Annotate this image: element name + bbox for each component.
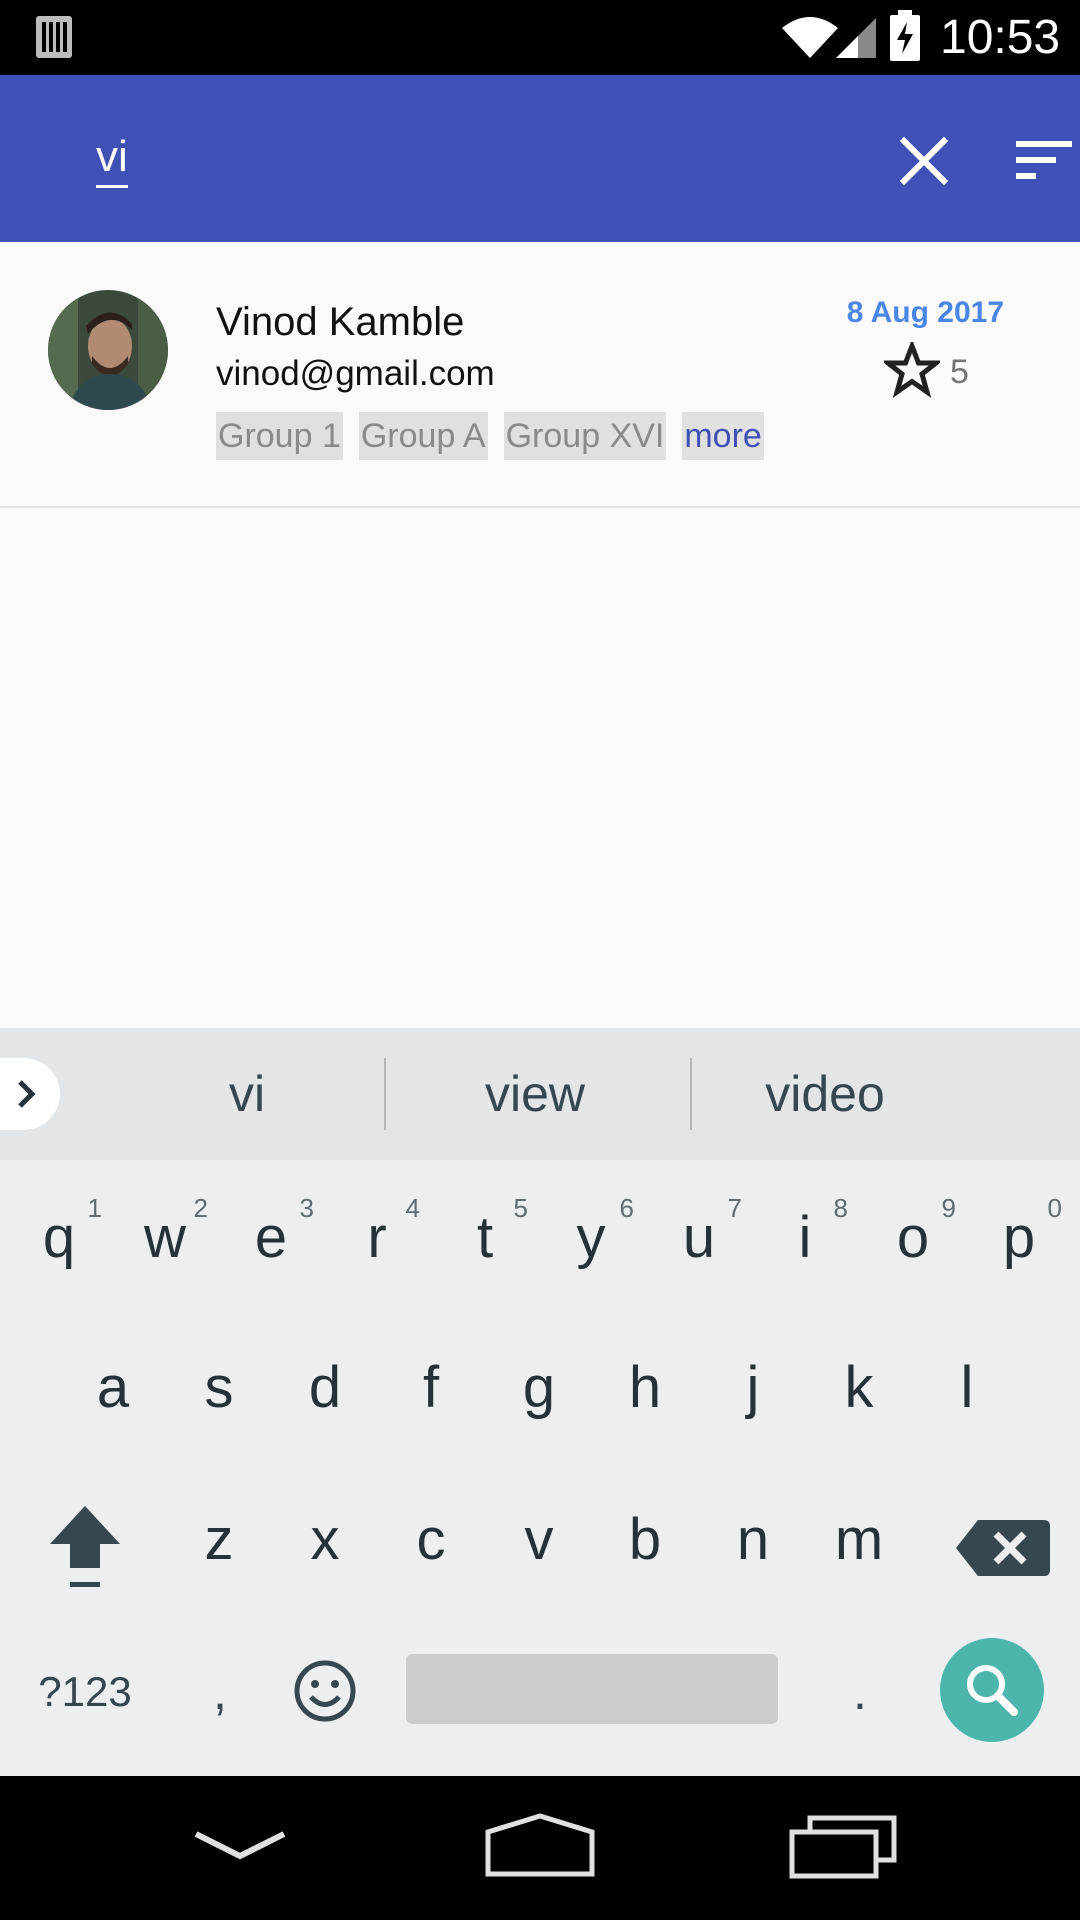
avatar[interactable] — [48, 290, 168, 410]
symbols-key[interactable]: ?123 — [20, 1632, 150, 1752]
key-hint: 8 — [833, 1193, 848, 1223]
key-hint: 6 — [619, 1193, 634, 1223]
key-j[interactable]: j — [700, 1328, 806, 1448]
key-v[interactable]: v — [486, 1480, 592, 1600]
key-s[interactable]: s — [166, 1328, 272, 1448]
key-u[interactable]: u7 — [646, 1178, 752, 1298]
key-b[interactable]: b — [592, 1480, 698, 1600]
key-c[interactable]: c — [378, 1480, 484, 1600]
key-hint: 9 — [941, 1193, 956, 1223]
avatar-photo — [48, 290, 168, 410]
key-hint: 0 — [1047, 1193, 1062, 1223]
key-x[interactable]: x — [272, 1480, 378, 1600]
key-l[interactable]: l — [914, 1328, 1020, 1448]
key-hint: 1 — [87, 1193, 102, 1223]
suggestion-divider — [384, 1058, 386, 1130]
search-results: Vinod Kamble vinod@gmail.com Group 1 Gro… — [0, 242, 1080, 1028]
group-chip: Group XVI — [503, 412, 667, 460]
signal-icon — [836, 18, 876, 58]
key-label: p — [1002, 1205, 1036, 1270]
recents-icon[interactable] — [786, 1810, 900, 1880]
key-hint: 2 — [193, 1193, 208, 1223]
key-label: i — [798, 1205, 812, 1270]
key-hint: 3 — [299, 1193, 314, 1223]
key-z[interactable]: z — [166, 1480, 272, 1600]
search-icon — [967, 1665, 1018, 1716]
key-label: r — [367, 1205, 387, 1270]
key-m[interactable]: m — [806, 1480, 912, 1600]
sort-icon[interactable] — [1012, 135, 1072, 185]
key-g[interactable]: g — [486, 1328, 592, 1448]
status-bar: 10:53 — [0, 0, 1080, 75]
back-down-icon[interactable] — [190, 1822, 290, 1872]
key-e[interactable]: e3 — [218, 1178, 324, 1298]
search-input[interactable]: vi — [96, 131, 128, 188]
comma-key[interactable]: , — [180, 1632, 260, 1752]
key-label: e — [254, 1205, 288, 1270]
key-a[interactable]: a — [60, 1328, 166, 1448]
contact-name: Vinod Kamble — [216, 300, 465, 344]
soft-keyboard: vi view video q1 w2 e3 r4 t5 y6 u7 i8 o9… — [0, 1028, 1080, 1776]
key-label: q — [42, 1205, 76, 1270]
key-label: o — [896, 1205, 930, 1270]
key-label: w — [144, 1205, 186, 1270]
contact-groups: Group 1 Group A Group XVI more — [216, 412, 764, 460]
suggestion-strip: vi view video — [0, 1028, 1080, 1160]
key-d[interactable]: d — [272, 1328, 378, 1448]
key-n[interactable]: n — [700, 1480, 806, 1600]
star-outline-icon[interactable] — [884, 342, 940, 398]
suggestion-3[interactable]: video — [710, 1064, 940, 1124]
key-label: y — [576, 1205, 606, 1270]
suggestion-divider — [690, 1058, 692, 1130]
key-w[interactable]: w2 — [112, 1178, 218, 1298]
close-icon[interactable] — [896, 133, 952, 189]
suggestion-2[interactable]: view — [420, 1064, 650, 1124]
key-y[interactable]: y6 — [538, 1178, 644, 1298]
home-icon[interactable] — [482, 1810, 598, 1880]
key-label: t — [476, 1205, 494, 1270]
key-q[interactable]: q1 — [6, 1178, 112, 1298]
period-key[interactable]: . — [820, 1632, 900, 1752]
key-h[interactable]: h — [592, 1328, 698, 1448]
search-app-bar: vi — [0, 75, 1080, 242]
expand-suggestions-button[interactable] — [0, 1058, 60, 1130]
key-hint: 4 — [405, 1193, 420, 1223]
system-navigation-bar — [0, 1776, 1080, 1920]
key-t[interactable]: t5 — [432, 1178, 538, 1298]
sim-card-icon — [36, 16, 72, 58]
contact-email: vinod@gmail.com — [216, 354, 495, 393]
key-label: u — [682, 1205, 716, 1270]
emoji-icon[interactable] — [292, 1658, 358, 1724]
more-groups-link[interactable]: more — [682, 412, 764, 460]
suggestion-1[interactable]: vi — [150, 1064, 344, 1124]
space-bar[interactable] — [406, 1654, 778, 1724]
shift-icon[interactable] — [30, 1498, 140, 1598]
contact-date: 8 Aug 2017 — [846, 296, 1004, 329]
group-chip: Group 1 — [216, 412, 343, 460]
key-i[interactable]: i8 — [752, 1178, 858, 1298]
key-hint: 7 — [727, 1193, 742, 1223]
key-f[interactable]: f — [378, 1328, 484, 1448]
contact-list-item[interactable]: Vinod Kamble vinod@gmail.com Group 1 Gro… — [0, 242, 1080, 508]
rating-count: 5 — [950, 353, 969, 391]
key-o[interactable]: o9 — [860, 1178, 966, 1298]
status-time: 10:53 — [940, 11, 1061, 64]
battery-charging-icon — [890, 10, 920, 61]
key-p[interactable]: p0 — [966, 1178, 1072, 1298]
search-action-key[interactable] — [940, 1638, 1044, 1742]
key-hint: 5 — [513, 1193, 528, 1223]
wifi-icon — [782, 17, 838, 58]
group-chip: Group A — [358, 412, 488, 460]
key-r[interactable]: r4 — [324, 1178, 430, 1298]
backspace-icon[interactable] — [950, 1508, 1060, 1588]
key-k[interactable]: k — [806, 1328, 912, 1448]
chevron-right-icon — [18, 1080, 36, 1108]
